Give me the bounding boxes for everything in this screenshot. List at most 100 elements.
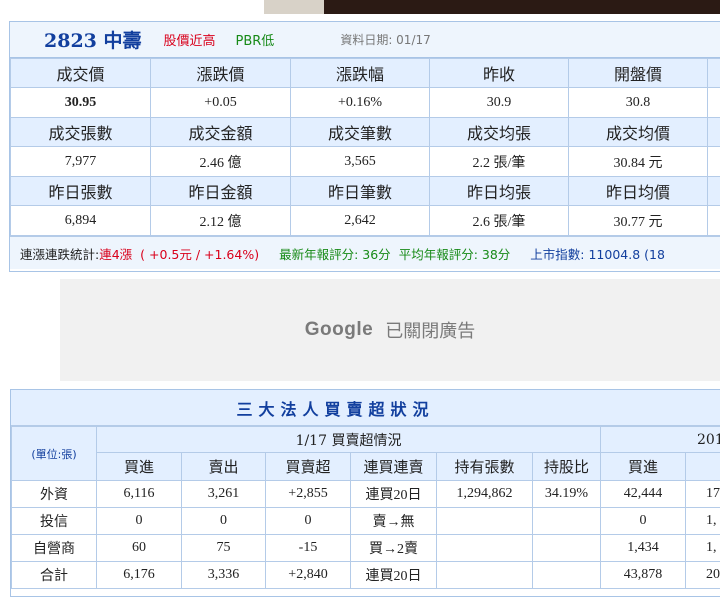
col-sell: 賣出 xyxy=(181,452,266,481)
value-yday-avg-lots: 2.6 張/筆 xyxy=(429,205,569,236)
label-trades: 成交筆數 xyxy=(290,117,430,147)
column-header-row: 買進 賣出 買賣超 連買連賣 持有張數 持股比 買進 賣 xyxy=(12,452,720,481)
label-volume: 成交張數 xyxy=(10,117,151,147)
cell-buy: 6,116 xyxy=(96,480,182,508)
value-change-pct: +0.16% xyxy=(290,87,430,118)
cell-sell2: 1, xyxy=(685,507,720,535)
label-avg-lots: 成交均張 xyxy=(429,117,569,147)
period2-label: 201 xyxy=(600,426,720,453)
cell-buy2: 0 xyxy=(600,507,687,535)
stock-header: 2823 中壽 股價近高 PBR低 資料日期: 01/17 xyxy=(10,22,720,58)
label-yday-turnover: 昨日金額 xyxy=(150,176,291,206)
top-banner-image-segment xyxy=(264,0,324,14)
cell-buy2: 42,444 xyxy=(600,480,687,508)
stock-title-link[interactable]: 2823 中壽 xyxy=(44,26,142,53)
market-index[interactable]: 上市指數: 11004.8 (18 xyxy=(530,244,665,263)
col-net: 買賣超 xyxy=(265,452,351,481)
data-date: 資料日期: 01/17 xyxy=(340,33,431,47)
col-sell2: 賣 xyxy=(685,452,720,481)
value-yday-turnover: 2.12 億 xyxy=(150,205,291,236)
value-edge xyxy=(707,146,720,177)
row-label-total: 合計 xyxy=(11,561,97,589)
cell-net: 0 xyxy=(265,507,351,535)
label-avg-price: 成交均價 xyxy=(568,117,708,147)
institutional-panel: 三大法人買賣超狀況 (單位:張) 1/17 買賣超情況 201 買進 賣出 買賣… xyxy=(10,389,720,597)
label-yday-trades: 昨日筆數 xyxy=(290,176,430,206)
value-turnover: 2.46 億 xyxy=(150,146,291,177)
cell-net: +2,855 xyxy=(265,480,351,508)
label-turnover: 成交金額 xyxy=(150,117,291,147)
average-report-score: 平均年報評分: 38分 xyxy=(398,246,511,262)
cell-streak: 賣→無 xyxy=(350,507,437,535)
cell-sell: 75 xyxy=(181,534,266,562)
pbr-low-tag[interactable]: PBR低 xyxy=(236,30,275,49)
cell-buy: 6,176 xyxy=(96,561,182,589)
label-edge xyxy=(707,176,720,206)
cell-ratio xyxy=(531,534,602,562)
value-avg-price: 30.84 元 xyxy=(568,146,708,177)
cell-sell: 0 xyxy=(181,507,266,535)
value-yday-trades: 2,642 xyxy=(290,205,430,236)
value-yday-volume: 6,894 xyxy=(10,205,151,236)
institutional-table: (單位:張) 1/17 買賣超情況 201 買進 賣出 買賣超 連買連賣 持有張… xyxy=(11,426,720,589)
cell-sell2: 17 xyxy=(685,480,720,508)
row-label-foreign: 外資 xyxy=(11,480,97,508)
value-last-price: 30.95 xyxy=(10,87,151,118)
label-edge xyxy=(707,117,720,147)
yesterday-label-row: 昨日張數 昨日金額 昨日筆數 昨日均張 昨日均價 xyxy=(10,176,720,206)
label-prev-close: 昨收 xyxy=(429,58,569,88)
period-label: 1/17 買賣超情況 xyxy=(95,426,602,453)
stock-quote-panel: 2823 中壽 股價近高 PBR低 資料日期: 01/17 成交價 漲跌價 漲跌… xyxy=(9,21,720,272)
streak-value: 連4漲 xyxy=(99,246,133,262)
label-last-price: 成交價 xyxy=(10,58,151,88)
value-prev-close: 30.9 xyxy=(429,87,569,118)
streak-change: ( +0.5元 / +1.64%) xyxy=(140,246,260,262)
cell-ratio xyxy=(531,561,602,589)
period-header-row: (單位:張) 1/17 買賣超情況 201 xyxy=(11,426,720,481)
table-row: 合計 6,176 3,336 +2,840 連買20日 43,878 20 xyxy=(11,561,720,589)
price-near-high-tag[interactable]: 股價近高 xyxy=(164,30,216,49)
cell-buy2: 1,434 xyxy=(600,534,687,562)
value-change: +0.05 xyxy=(150,87,291,118)
cell-holding xyxy=(436,534,533,562)
value-edge xyxy=(707,205,720,236)
quote-value-row: 30.95 +0.05 +0.16% 30.9 30.8 xyxy=(10,87,720,118)
table-row: 自營商 60 75 -15 買→2賣 1,434 1, xyxy=(11,534,720,562)
label-edge xyxy=(707,58,720,88)
yesterday-value-row: 6,894 2.12 億 2,642 2.6 張/筆 30.77 元 xyxy=(10,205,720,236)
value-trades: 3,565 xyxy=(290,146,430,177)
label-yday-avg-lots: 昨日均張 xyxy=(429,176,569,206)
google-logo: Google xyxy=(304,319,374,340)
cell-buy: 0 xyxy=(96,507,182,535)
quote-label-row: 成交價 漲跌價 漲跌幅 昨收 開盤價 xyxy=(10,58,720,88)
row-label-trust: 投信 xyxy=(11,507,97,535)
institutional-title: 三大法人買賣超狀況 xyxy=(236,399,435,419)
volume-label-row: 成交張數 成交金額 成交筆數 成交均張 成交均價 xyxy=(10,117,720,147)
volume-value-row: 7,977 2.46 億 3,565 2.2 張/筆 30.84 元 xyxy=(10,146,720,177)
value-open: 30.8 xyxy=(568,87,708,118)
label-change-pct: 漲跌幅 xyxy=(290,58,430,88)
unit-label: (單位:張) xyxy=(11,426,97,481)
ad-closed-text: 已關閉廣告 xyxy=(385,321,476,342)
col-ratio: 持股比 xyxy=(531,452,602,481)
cell-ratio: 34.19% xyxy=(531,480,602,508)
cell-holding: 1,294,862 xyxy=(436,480,533,508)
cell-net: -15 xyxy=(265,534,351,562)
table-row: 外資 6,116 3,261 +2,855 連買20日 1,294,862 34… xyxy=(11,480,720,508)
cell-net: +2,840 xyxy=(265,561,351,589)
cell-ratio xyxy=(531,507,602,535)
cell-holding xyxy=(436,561,533,589)
col-holding: 持有張數 xyxy=(436,452,533,481)
quote-table: 成交價 漲跌價 漲跌幅 昨收 開盤價 30.95 +0.05 +0.16% 30… xyxy=(10,58,720,236)
label-open: 開盤價 xyxy=(568,58,708,88)
streak-label: 連漲連跌統計: xyxy=(20,246,100,262)
cell-holding xyxy=(436,507,533,535)
col-buy2: 買進 xyxy=(600,452,687,481)
cell-buy: 60 xyxy=(96,534,182,562)
cell-buy2: 43,878 xyxy=(600,561,687,589)
top-banner-image xyxy=(264,0,720,14)
cell-streak: 連買20日 xyxy=(350,561,437,589)
col-streak: 連買連賣 xyxy=(350,452,437,481)
label-yday-volume: 昨日張數 xyxy=(10,176,151,206)
col-buy: 買進 xyxy=(96,452,182,481)
